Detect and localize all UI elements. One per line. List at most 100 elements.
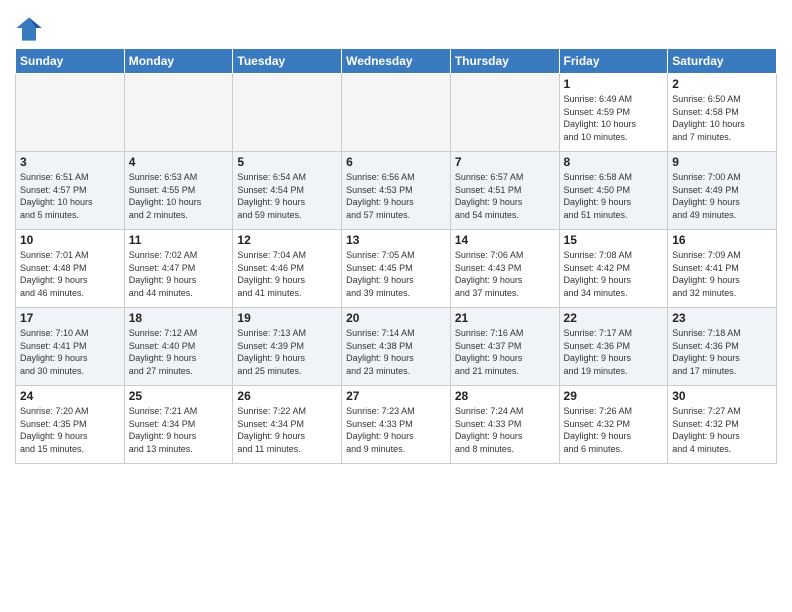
day-number: 13 <box>346 233 446 247</box>
table-row: 24 Sunrise: 7:20 AM Sunset: 4:35 PM Dayli… <box>16 386 125 464</box>
day-number: 18 <box>129 311 229 325</box>
day-number: 5 <box>237 155 337 169</box>
table-row: 1 Sunrise: 6:49 AM Sunset: 4:59 PM Daylig… <box>559 74 668 152</box>
day-info: Sunrise: 6:50 AM Sunset: 4:58 PM Dayligh… <box>672 93 772 143</box>
day-number: 17 <box>20 311 120 325</box>
table-row: 28 Sunrise: 7:24 AM Sunset: 4:33 PM Dayli… <box>450 386 559 464</box>
page-container: SundayMondayTuesdayWednesdayThursdayFrid… <box>0 0 792 469</box>
calendar-week-row: 1 Sunrise: 6:49 AM Sunset: 4:59 PM Daylig… <box>16 74 777 152</box>
table-row: 29Sunrise: 7:26 AM Sunset: 4:32 PM Dayli… <box>559 386 668 464</box>
table-row: 11Sunrise: 7:02 AM Sunset: 4:47 PM Dayli… <box>124 230 233 308</box>
day-info: Sunrise: 7:21 AM Sunset: 4:34 PM Dayligh… <box>129 405 229 455</box>
table-row: 17Sunrise: 7:10 AM Sunset: 4:41 PM Dayli… <box>16 308 125 386</box>
day-number: 29 <box>564 389 664 403</box>
table-row <box>16 74 125 152</box>
table-row: 15Sunrise: 7:08 AM Sunset: 4:42 PM Dayli… <box>559 230 668 308</box>
day-number: 23 <box>672 311 772 325</box>
table-row: 5 Sunrise: 6:54 AM Sunset: 4:54 PM Daylig… <box>233 152 342 230</box>
weekday-header-sunday: Sunday <box>16 49 125 74</box>
table-row <box>124 74 233 152</box>
day-info: Sunrise: 7:24 AM Sunset: 4:33 PM Dayligh… <box>455 405 555 455</box>
day-number: 6 <box>346 155 446 169</box>
logo <box>15 14 47 42</box>
table-row: 19Sunrise: 7:13 AM Sunset: 4:39 PM Dayli… <box>233 308 342 386</box>
table-row: 14Sunrise: 7:06 AM Sunset: 4:43 PM Dayli… <box>450 230 559 308</box>
weekday-header-row: SundayMondayTuesdayWednesdayThursdayFrid… <box>16 49 777 74</box>
day-number: 3 <box>20 155 120 169</box>
table-row: 6 Sunrise: 6:56 AM Sunset: 4:53 PM Daylig… <box>342 152 451 230</box>
day-number: 25 <box>129 389 229 403</box>
day-info: Sunrise: 7:13 AM Sunset: 4:39 PM Dayligh… <box>237 327 337 377</box>
day-number: 11 <box>129 233 229 247</box>
day-number: 24 <box>20 389 120 403</box>
table-row: 13 Sunrise: 7:05 AM Sunset: 4:45 PM Dayli… <box>342 230 451 308</box>
table-row: 2 Sunrise: 6:50 AM Sunset: 4:58 PM Daylig… <box>668 74 777 152</box>
day-info: Sunrise: 7:05 AM Sunset: 4:45 PM Dayligh… <box>346 249 446 299</box>
day-info: Sunrise: 7:14 AM Sunset: 4:38 PM Dayligh… <box>346 327 446 377</box>
day-info: Sunrise: 7:12 AM Sunset: 4:40 PM Dayligh… <box>129 327 229 377</box>
table-row: 20 Sunrise: 7:14 AM Sunset: 4:38 PM Dayli… <box>342 308 451 386</box>
day-info: Sunrise: 6:54 AM Sunset: 4:54 PM Dayligh… <box>237 171 337 221</box>
logo-icon <box>15 14 43 42</box>
day-info: Sunrise: 6:51 AM Sunset: 4:57 PM Dayligh… <box>20 171 120 221</box>
day-info: Sunrise: 7:22 AM Sunset: 4:34 PM Dayligh… <box>237 405 337 455</box>
day-info: Sunrise: 7:04 AM Sunset: 4:46 PM Dayligh… <box>237 249 337 299</box>
weekday-header-thursday: Thursday <box>450 49 559 74</box>
table-row <box>450 74 559 152</box>
table-row: 23 Sunrise: 7:18 AM Sunset: 4:36 PM Dayli… <box>668 308 777 386</box>
table-row: 8Sunrise: 6:58 AM Sunset: 4:50 PM Daylig… <box>559 152 668 230</box>
day-number: 2 <box>672 77 772 91</box>
weekday-header-friday: Friday <box>559 49 668 74</box>
table-row: 21 Sunrise: 7:16 AM Sunset: 4:37 PM Dayli… <box>450 308 559 386</box>
day-number: 12 <box>237 233 337 247</box>
day-number: 7 <box>455 155 555 169</box>
day-info: Sunrise: 7:17 AM Sunset: 4:36 PM Dayligh… <box>564 327 664 377</box>
day-info: Sunrise: 7:27 AM Sunset: 4:32 PM Dayligh… <box>672 405 772 455</box>
day-number: 22 <box>564 311 664 325</box>
weekday-header-saturday: Saturday <box>668 49 777 74</box>
day-info: Sunrise: 6:57 AM Sunset: 4:51 PM Dayligh… <box>455 171 555 221</box>
day-number: 15 <box>564 233 664 247</box>
day-info: Sunrise: 7:18 AM Sunset: 4:36 PM Dayligh… <box>672 327 772 377</box>
table-row: 3 Sunrise: 6:51 AM Sunset: 4:57 PM Daylig… <box>16 152 125 230</box>
day-info: Sunrise: 7:16 AM Sunset: 4:37 PM Dayligh… <box>455 327 555 377</box>
day-info: Sunrise: 6:49 AM Sunset: 4:59 PM Dayligh… <box>564 93 664 143</box>
day-info: Sunrise: 7:23 AM Sunset: 4:33 PM Dayligh… <box>346 405 446 455</box>
table-row <box>342 74 451 152</box>
day-info: Sunrise: 7:06 AM Sunset: 4:43 PM Dayligh… <box>455 249 555 299</box>
day-number: 21 <box>455 311 555 325</box>
table-row: 22 Sunrise: 7:17 AM Sunset: 4:36 PM Dayli… <box>559 308 668 386</box>
day-info: Sunrise: 7:20 AM Sunset: 4:35 PM Dayligh… <box>20 405 120 455</box>
day-info: Sunrise: 7:00 AM Sunset: 4:49 PM Dayligh… <box>672 171 772 221</box>
day-number: 1 <box>564 77 664 91</box>
table-row: 18 Sunrise: 7:12 AM Sunset: 4:40 PM Dayli… <box>124 308 233 386</box>
day-number: 30 <box>672 389 772 403</box>
header <box>15 10 777 42</box>
table-row: 27 Sunrise: 7:23 AM Sunset: 4:33 PM Dayli… <box>342 386 451 464</box>
table-row: 7 Sunrise: 6:57 AM Sunset: 4:51 PM Daylig… <box>450 152 559 230</box>
calendar-week-row: 3 Sunrise: 6:51 AM Sunset: 4:57 PM Daylig… <box>16 152 777 230</box>
day-number: 20 <box>346 311 446 325</box>
table-row: 25 Sunrise: 7:21 AM Sunset: 4:34 PM Dayli… <box>124 386 233 464</box>
day-number: 27 <box>346 389 446 403</box>
table-row <box>233 74 342 152</box>
day-info: Sunrise: 7:09 AM Sunset: 4:41 PM Dayligh… <box>672 249 772 299</box>
calendar-week-row: 10 Sunrise: 7:01 AM Sunset: 4:48 PM Dayli… <box>16 230 777 308</box>
day-info: Sunrise: 6:56 AM Sunset: 4:53 PM Dayligh… <box>346 171 446 221</box>
table-row: 30 Sunrise: 7:27 AM Sunset: 4:32 PM Dayli… <box>668 386 777 464</box>
table-row: 10 Sunrise: 7:01 AM Sunset: 4:48 PM Dayli… <box>16 230 125 308</box>
table-row: 16Sunrise: 7:09 AM Sunset: 4:41 PM Dayli… <box>668 230 777 308</box>
table-row: 9 Sunrise: 7:00 AM Sunset: 4:49 PM Daylig… <box>668 152 777 230</box>
day-number: 9 <box>672 155 772 169</box>
table-row: 12 Sunrise: 7:04 AM Sunset: 4:46 PM Dayli… <box>233 230 342 308</box>
calendar-table: SundayMondayTuesdayWednesdayThursdayFrid… <box>15 48 777 464</box>
day-number: 10 <box>20 233 120 247</box>
calendar-week-row: 17Sunrise: 7:10 AM Sunset: 4:41 PM Dayli… <box>16 308 777 386</box>
table-row: 4Sunrise: 6:53 AM Sunset: 4:55 PM Daylig… <box>124 152 233 230</box>
weekday-header-monday: Monday <box>124 49 233 74</box>
day-number: 28 <box>455 389 555 403</box>
day-info: Sunrise: 6:53 AM Sunset: 4:55 PM Dayligh… <box>129 171 229 221</box>
day-number: 8 <box>564 155 664 169</box>
day-info: Sunrise: 7:01 AM Sunset: 4:48 PM Dayligh… <box>20 249 120 299</box>
table-row: 26Sunrise: 7:22 AM Sunset: 4:34 PM Dayli… <box>233 386 342 464</box>
